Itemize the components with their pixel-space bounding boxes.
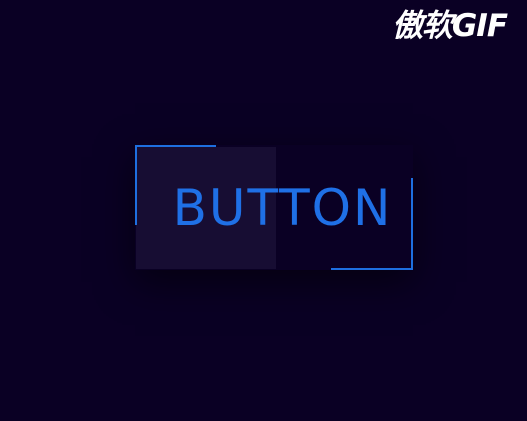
animated-button[interactable]: BUTTON xyxy=(135,145,413,270)
watermark-logo: 傲软GIF xyxy=(391,8,508,44)
button-label: BUTTON xyxy=(172,178,393,237)
page: { "watermark": { "text": "傲软GIF" }, "but… xyxy=(0,0,527,421)
